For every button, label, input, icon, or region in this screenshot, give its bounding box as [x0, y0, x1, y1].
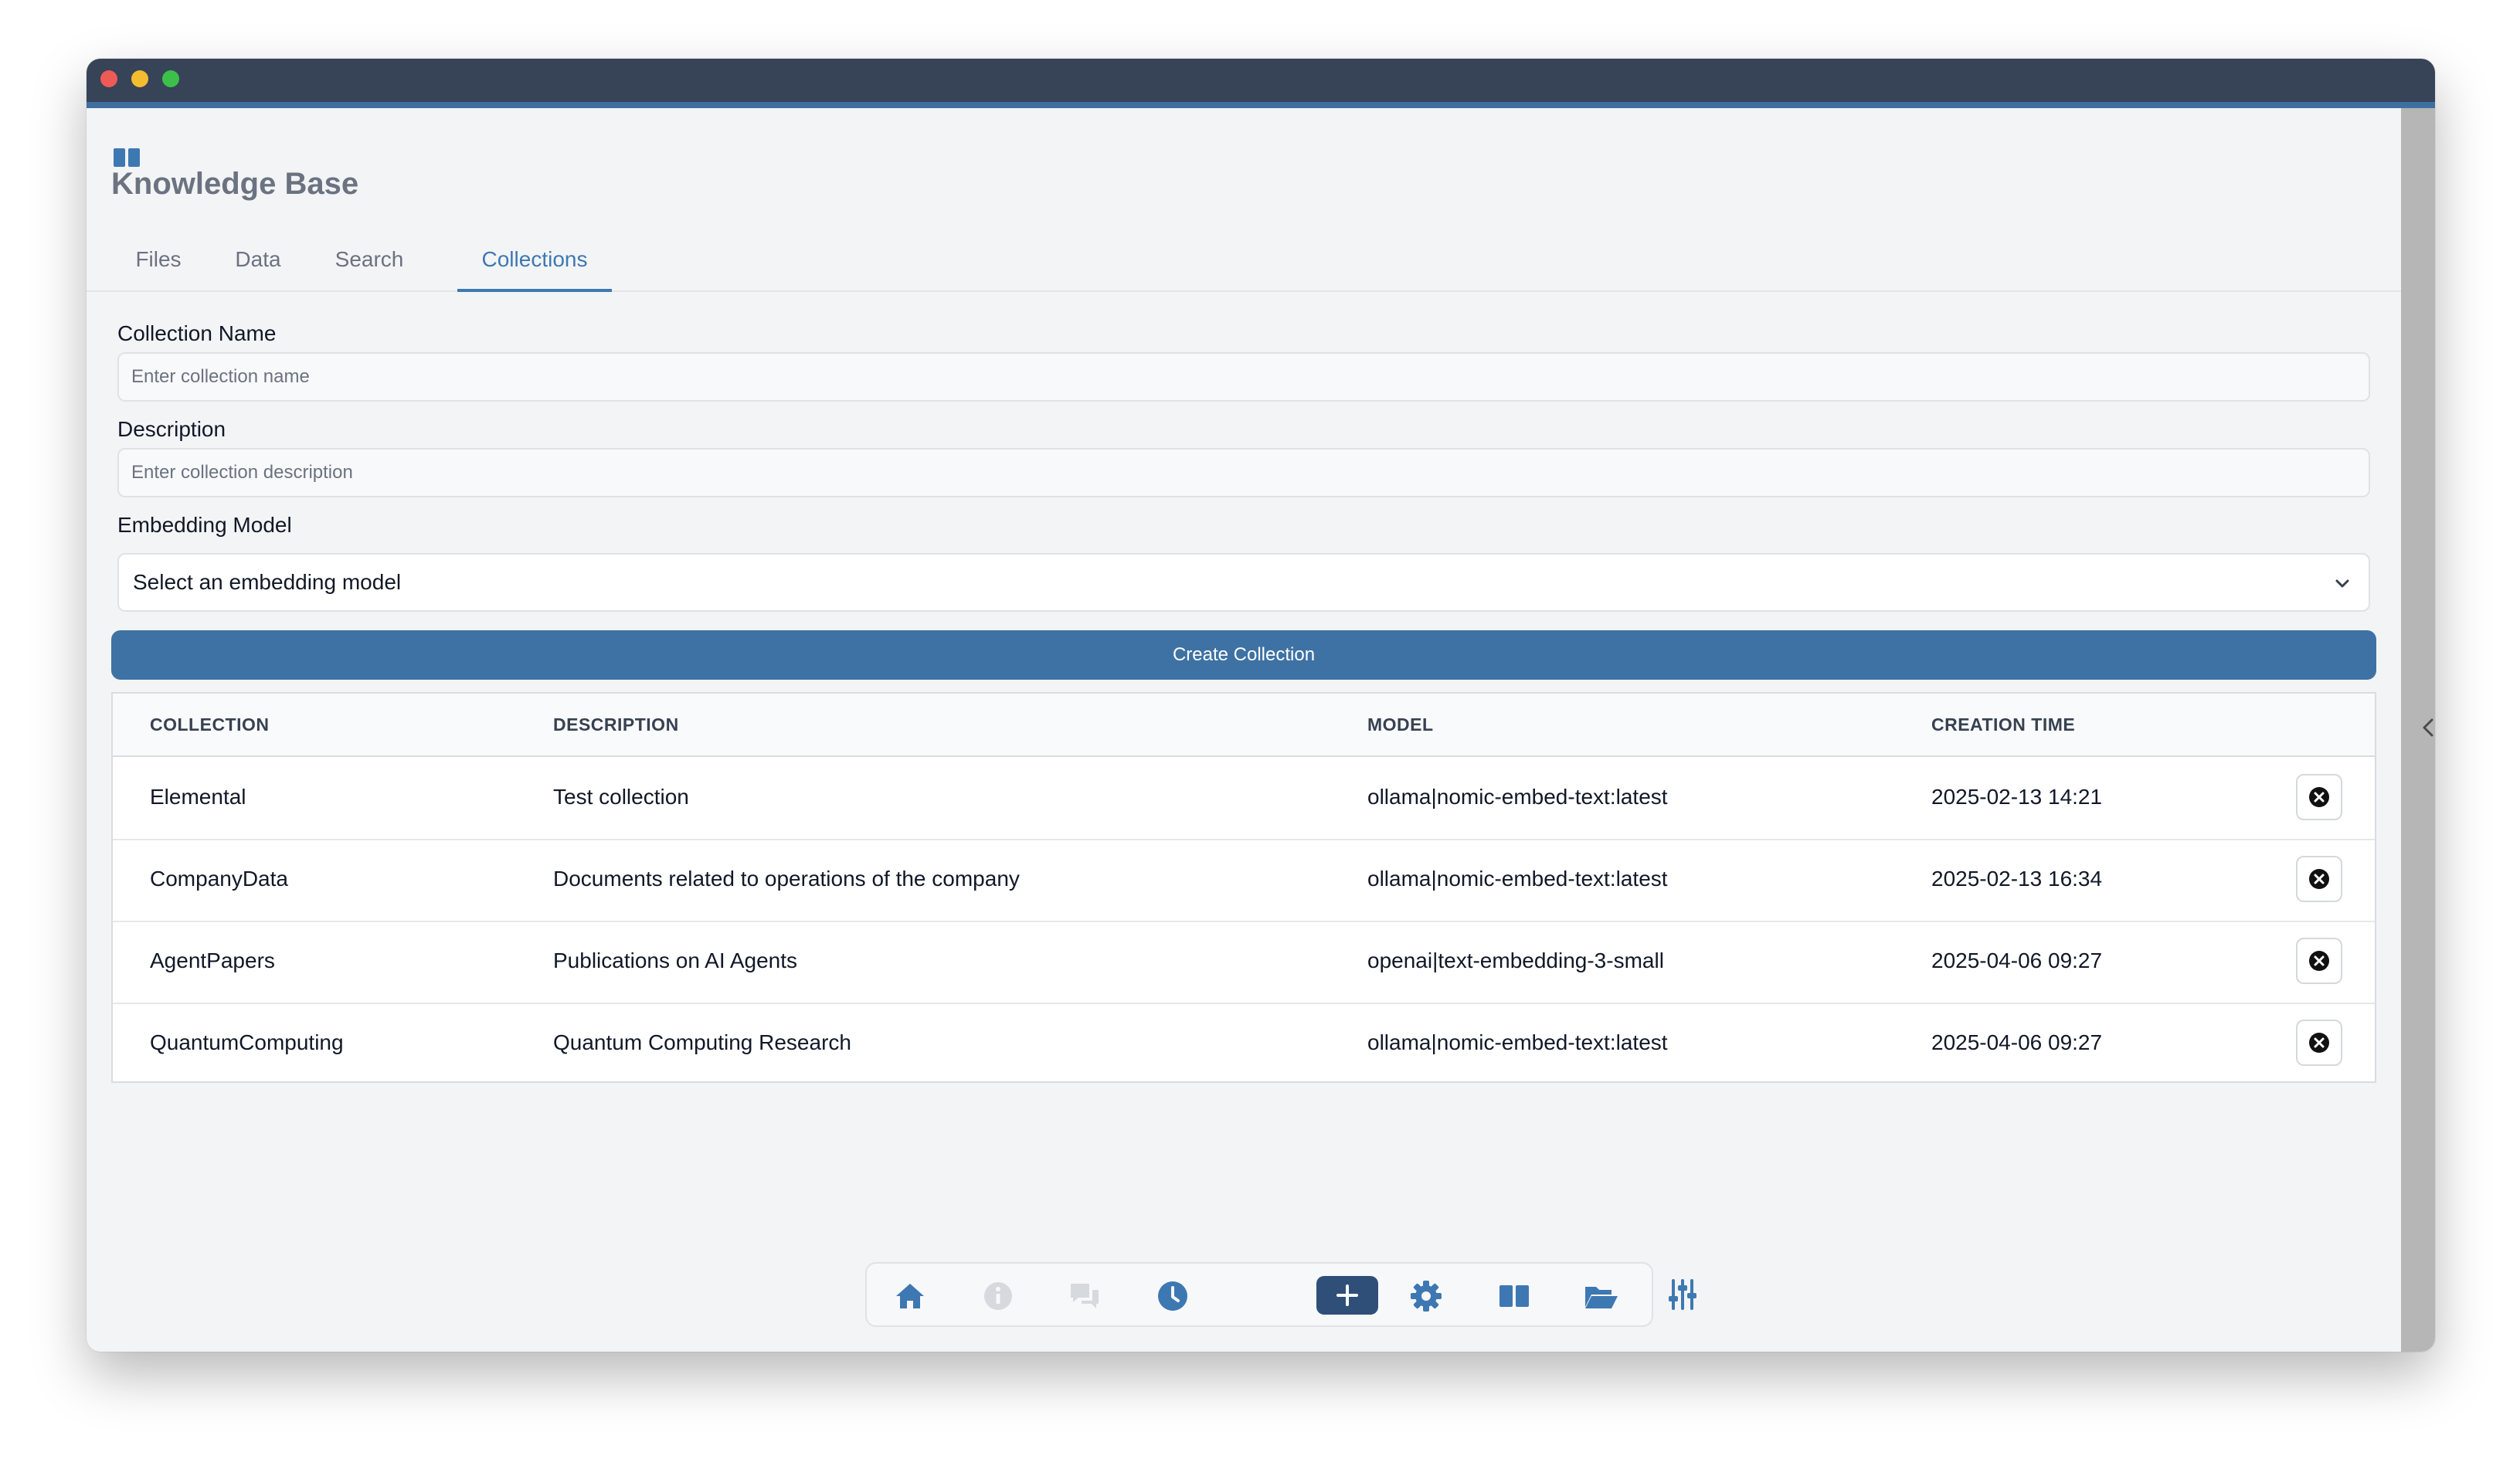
table-row: CompanyData Documents related to operati… [113, 839, 2375, 922]
chat-icon [1066, 1278, 1103, 1315]
cell-collection: QuantumComputing [150, 1030, 344, 1054]
header-model: MODEL [1367, 714, 1434, 735]
cell-description: Quantum Computing Research [553, 1030, 851, 1054]
maximize-window-button[interactable] [162, 70, 179, 87]
collection-description-input[interactable] [117, 448, 2370, 497]
cell-creation-time: 2025-02-13 14:21 [1931, 785, 2103, 809]
cell-collection: AgentPapers [150, 948, 275, 972]
delete-collection-button[interactable] [2296, 1020, 2342, 1066]
close-window-button[interactable] [100, 70, 117, 87]
close-circle-icon [2309, 869, 2329, 889]
gear-icon[interactable] [1408, 1278, 1445, 1315]
cell-creation-time: 2025-02-13 16:34 [1931, 867, 2103, 891]
sliders-icon[interactable] [1664, 1276, 1701, 1313]
add-button[interactable] [1316, 1276, 1378, 1315]
delete-collection-button[interactable] [2296, 856, 2342, 902]
chevron-left-icon[interactable] [2413, 712, 2435, 743]
header-description: DESCRIPTION [553, 714, 679, 735]
close-circle-icon [2309, 951, 2329, 971]
header-creation-time: CREATION TIME [1931, 714, 2076, 735]
embedding-model-selected: Select an embedding model [133, 570, 402, 594]
cell-model: ollama|nomic-embed-text:latest [1367, 1030, 1668, 1054]
folder-icon[interactable] [1582, 1278, 1619, 1315]
embedding-model-label: Embedding Model [117, 513, 292, 537]
collections-table: COLLECTION DESCRIPTION MODEL CREATION TI… [111, 692, 2376, 1083]
close-circle-icon [2309, 1033, 2329, 1053]
tab-data[interactable]: Data [215, 229, 301, 290]
cell-description: Publications on AI Agents [553, 948, 797, 972]
cell-model: ollama|nomic-embed-text:latest [1367, 867, 1668, 891]
cell-creation-time: 2025-04-06 09:27 [1931, 948, 2103, 972]
clock-icon[interactable] [1154, 1278, 1191, 1315]
header-collection: COLLECTION [150, 714, 270, 735]
cell-description: Documents related to operations of the c… [553, 867, 1020, 891]
book-icon[interactable] [1496, 1278, 1533, 1315]
home-icon[interactable] [892, 1278, 929, 1315]
table-row: QuantumComputing Quantum Computing Resea… [113, 1003, 2375, 1084]
page-title: Knowledge Base [111, 167, 359, 201]
info-icon [980, 1278, 1017, 1315]
minimize-window-button[interactable] [131, 70, 148, 87]
cell-model: openai|text-embedding-3-small [1367, 948, 1664, 972]
bottom-nav-bar [865, 1262, 1653, 1327]
tab-search[interactable]: Search [312, 229, 426, 290]
create-collection-button[interactable]: Create Collection [111, 630, 2376, 680]
cell-model: ollama|nomic-embed-text:latest [1367, 785, 1668, 809]
app-window: Knowledge Base Files Data Search Collect… [87, 59, 2435, 1352]
table-header: COLLECTION DESCRIPTION MODEL CREATION TI… [113, 694, 2375, 757]
delete-collection-button[interactable] [2296, 938, 2342, 984]
embedding-model-select[interactable]: Select an embedding model [117, 553, 2370, 612]
cell-collection: CompanyData [150, 867, 288, 891]
collection-name-input[interactable] [117, 352, 2370, 402]
table-row: Elemental Test collection ollama|nomic-e… [113, 757, 2375, 840]
collection-name-label: Collection Name [117, 321, 277, 345]
delete-collection-button[interactable] [2296, 774, 2342, 820]
book-open-icon [113, 147, 141, 168]
close-circle-icon [2309, 787, 2329, 807]
cell-collection: Elemental [150, 785, 246, 809]
description-label: Description [117, 417, 226, 441]
chevron-down-icon [2332, 573, 2353, 599]
tab-collections[interactable]: Collections [457, 229, 612, 292]
cell-creation-time: 2025-04-06 09:27 [1931, 1030, 2103, 1054]
tab-bar: Files Data Search Collections [87, 229, 2401, 292]
tab-files[interactable]: Files [111, 229, 205, 290]
plus-icon [1336, 1284, 1358, 1306]
title-bar [87, 59, 2435, 108]
table-row: AgentPapers Publications on AI Agents op… [113, 921, 2375, 1004]
cell-description: Test collection [553, 785, 689, 809]
